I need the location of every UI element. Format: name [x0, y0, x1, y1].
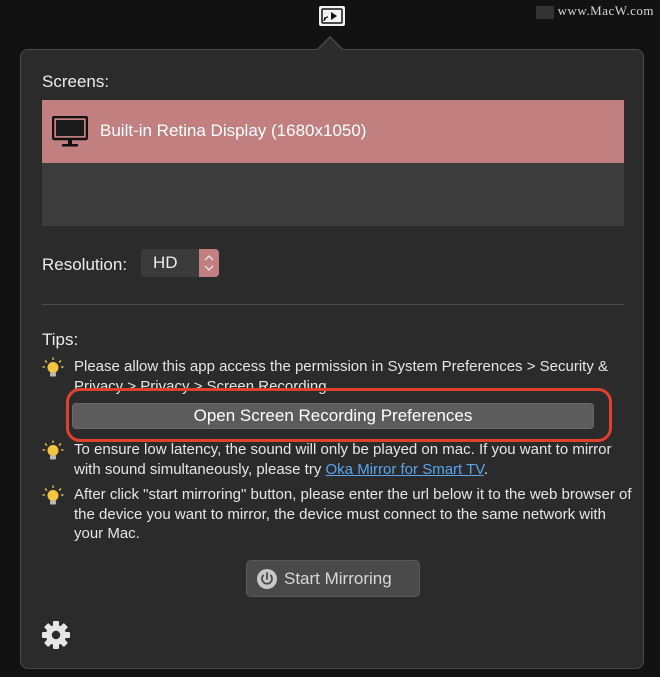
mirroring-popover: Screens: Built-in Retina Display (1680x1… — [20, 49, 644, 669]
watermark-logo — [535, 5, 554, 19]
lightbulb-icon — [42, 440, 64, 468]
resolution-value: HD — [153, 253, 178, 272]
tip-text-part: . — [483, 460, 489, 478]
power-icon — [256, 568, 278, 595]
tip-text: To ensure low latency, the sound will on… — [74, 440, 634, 479]
watermark: www.MacW.com — [535, 3, 654, 19]
lightbulb-icon — [42, 357, 64, 385]
resolution-stepper[interactable] — [199, 249, 219, 277]
resolution-select[interactable]: HD — [141, 249, 219, 277]
tip-text: After click "start mirroring" button, pl… — [74, 486, 632, 542]
watermark-text: www.MacW.com — [557, 3, 654, 18]
oka-mirror-link[interactable]: Oka Mirror for Smart TV — [326, 461, 484, 478]
screen-name: Built-in Retina Display (1680x1050) — [100, 121, 367, 140]
screens-label: Screens: — [42, 72, 110, 91]
screen-item[interactable]: Built-in Retina Display (1680x1050) — [42, 100, 624, 163]
divider — [42, 304, 624, 305]
popover-arrow-fill — [317, 38, 343, 51]
gear-icon[interactable] — [41, 620, 71, 650]
highlight-annotation — [66, 388, 612, 442]
monitor-icon — [51, 115, 89, 153]
resolution-label: Resolution: — [42, 255, 128, 274]
tips-label: Tips: — [42, 330, 79, 349]
chevron-updown-icon — [204, 255, 214, 271]
lightbulb-icon — [42, 485, 64, 513]
screen-mirroring-icon[interactable] — [319, 6, 345, 26]
start-mirroring-button[interactable]: Start Mirroring — [246, 560, 420, 597]
screens-list[interactable]: Built-in Retina Display (1680x1050) — [42, 100, 624, 226]
start-mirroring-label: Start Mirroring — [284, 569, 392, 588]
